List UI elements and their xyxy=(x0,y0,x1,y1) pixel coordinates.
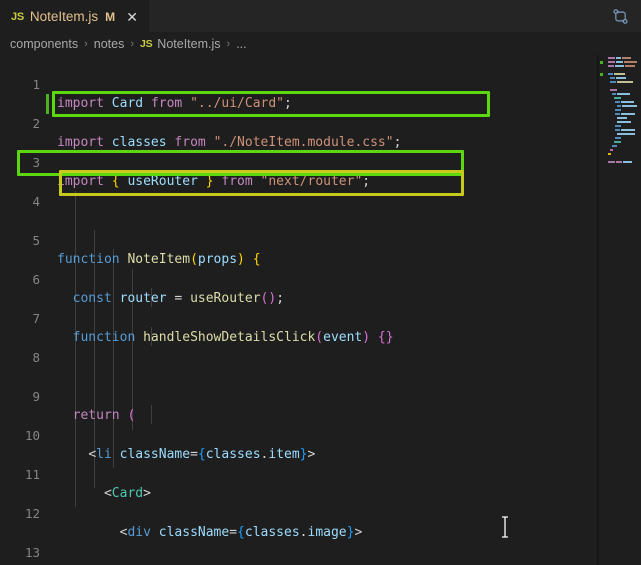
line-number: 2 xyxy=(32,115,40,131)
breadcrumb-separator: › xyxy=(226,37,231,50)
line-number: 11 xyxy=(24,466,40,482)
editor-actions xyxy=(612,0,641,32)
line-number: 13 xyxy=(24,544,40,560)
breadcrumb-overflow[interactable]: ... xyxy=(236,37,246,51)
code-line: 13 <img src={props.image} alt={props.tit… xyxy=(0,523,472,565)
line-number: 1 xyxy=(32,76,40,92)
line-number: 7 xyxy=(32,310,40,326)
code-line: 10 <li className={classes.item}> xyxy=(0,406,315,463)
compare-changes-icon[interactable] xyxy=(612,8,629,25)
code-line: 2 import classes from "./NoteItem.module… xyxy=(0,94,401,151)
line-content: <li className={classes.item}> xyxy=(88,447,316,462)
line-content: function NoteItem(props) { xyxy=(57,252,261,267)
line-content: return ( xyxy=(72,408,136,423)
line-number: 8 xyxy=(32,349,40,365)
minimap-change-marker xyxy=(600,61,603,64)
line-content: import { useRouter } from "next/router"; xyxy=(57,174,371,189)
minimap-change-marker xyxy=(600,73,603,76)
line-content: import classes from "./NoteItem.module.c… xyxy=(57,135,402,150)
line-number: 4 xyxy=(32,193,40,209)
js-file-icon: JS xyxy=(11,10,24,23)
code-editor[interactable]: 1 import Card from "../ui/Card"; 2 impor… xyxy=(0,55,641,565)
line-number: 3 xyxy=(32,154,40,170)
minimap[interactable] xyxy=(598,55,641,565)
tab-label: NoteItem.js xyxy=(29,9,99,24)
code-line: 12 <div className={classes.image}> xyxy=(0,484,362,541)
indent-guide xyxy=(151,405,152,424)
code-line: 7 function handleShowDetailsClick(event)… xyxy=(0,289,393,346)
code-line: 11 <Card> xyxy=(0,445,151,502)
vscode-editor-window: JS NoteItem.js M ✕ components › notes › … xyxy=(0,0,641,565)
breadcrumb-separator: › xyxy=(84,37,88,50)
code-line: 5 function NoteItem(props) { xyxy=(0,211,260,268)
line-number: 5 xyxy=(32,232,40,248)
editor-tab-noteitem[interactable]: JS NoteItem.js M ✕ xyxy=(0,0,151,32)
code-line: 6 const router = useRouter(); xyxy=(0,250,284,307)
js-file-icon: JS xyxy=(140,37,153,50)
breadcrumb: components › notes › JS NoteItem.js › ..… xyxy=(0,32,641,55)
line-content: <Card> xyxy=(103,486,151,501)
code-line: 3 import { useRouter } from "next/router… xyxy=(0,133,370,190)
close-icon[interactable]: ✕ xyxy=(124,10,140,24)
code-line: 1 import Card from "../ui/Card"; xyxy=(0,55,291,112)
breadcrumb-file-label: NoteItem.js xyxy=(157,36,221,51)
breadcrumb-item-file[interactable]: JS NoteItem.js xyxy=(140,37,220,51)
indent-guide xyxy=(113,249,114,468)
line-number: 10 xyxy=(24,427,40,443)
minimap-edge xyxy=(598,55,599,565)
line-content: import Card from "../ui/Card"; xyxy=(57,96,292,111)
code-line: 9 return ( xyxy=(0,367,135,424)
breadcrumb-item-notes[interactable]: notes xyxy=(94,37,125,51)
editor-tab-bar: JS NoteItem.js M ✕ xyxy=(0,0,641,32)
line-content: const router = useRouter(); xyxy=(72,291,285,306)
code-line: 4 xyxy=(0,172,63,209)
line-number: 12 xyxy=(24,505,40,521)
tab-modified-badge: M xyxy=(105,9,116,24)
breadcrumb-separator: › xyxy=(130,37,135,50)
line-content: function handleShowDetailsClick(event) {… xyxy=(72,330,394,345)
line-number: 6 xyxy=(32,271,40,287)
code-lines: 1 import Card from "../ui/Card"; 2 impor… xyxy=(0,55,472,565)
line-number: 9 xyxy=(32,388,40,404)
line-content: <div className={classes.image}> xyxy=(119,525,363,540)
code-line: 8 xyxy=(0,328,63,365)
breadcrumb-item-components[interactable]: components xyxy=(10,37,78,51)
text-cursor-ibeam xyxy=(502,516,508,538)
